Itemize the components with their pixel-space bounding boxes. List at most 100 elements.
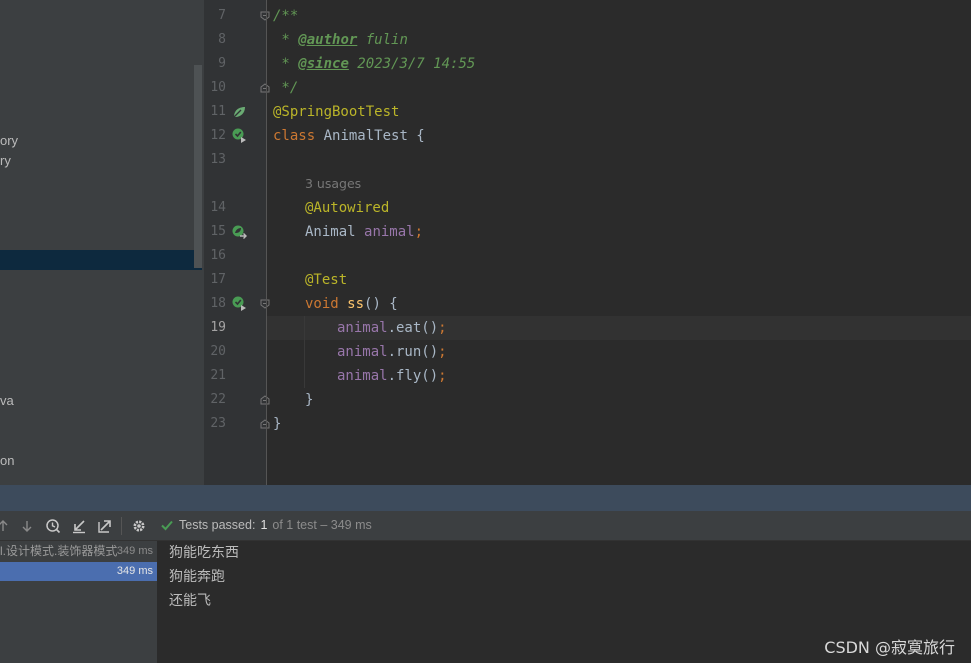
arrow-down-icon[interactable] bbox=[18, 517, 36, 535]
annotation-text: @Test bbox=[305, 272, 348, 288]
code-line-12[interactable]: class AnimalTest { bbox=[273, 124, 425, 148]
line-number: 12 bbox=[210, 128, 226, 143]
test-tree-row-selected[interactable]: 349 ms bbox=[0, 562, 157, 581]
tests-status-detail: of 1 test – 349 ms bbox=[272, 518, 372, 532]
code-line-7[interactable]: /** bbox=[273, 4, 298, 28]
line-number: 18 bbox=[210, 296, 226, 311]
field-text: animal bbox=[337, 320, 388, 336]
line-number: 11 bbox=[210, 104, 226, 119]
keyword-text: class bbox=[273, 128, 316, 144]
type-text: Animal bbox=[305, 224, 365, 240]
test-tree-row-name: l.设计模式.装饰器模式 bbox=[0, 544, 118, 558]
test-tree-row-time: 349 ms bbox=[116, 565, 153, 577]
method-call-text: .run() bbox=[387, 344, 439, 360]
code-line-9[interactable]: * @since 2023/3/7 14:55 bbox=[273, 52, 475, 76]
tests-status: Tests passed: 1 of 1 test – 349 ms bbox=[160, 518, 372, 532]
project-tree-item[interactable]: ory bbox=[0, 133, 18, 148]
line-number: 10 bbox=[210, 80, 226, 95]
test-results-tree: l.设计模式.装饰器模式 349 ms 349 ms bbox=[0, 541, 157, 663]
comment-text: * bbox=[273, 56, 299, 72]
annotation-text: @SpringBootTest bbox=[273, 104, 400, 120]
navigate-bean-icon[interactable] bbox=[231, 224, 247, 240]
comment-text: * bbox=[273, 32, 299, 48]
comment-text: */ bbox=[273, 80, 299, 96]
method-signature-text: () { bbox=[364, 296, 398, 312]
run-test-method-icon[interactable] bbox=[231, 295, 247, 311]
code-line-17[interactable]: @Test bbox=[305, 268, 347, 292]
class-declaration-text: AnimalTest { bbox=[315, 128, 425, 144]
code-line-10[interactable]: */ bbox=[273, 76, 298, 100]
fold-end-icon[interactable] bbox=[260, 419, 270, 429]
line-number: 14 bbox=[210, 200, 226, 215]
field-text: animal bbox=[364, 224, 415, 240]
indent-guide bbox=[304, 316, 305, 388]
code-line-8[interactable]: * @author fulin bbox=[273, 28, 408, 52]
code-editor[interactable]: 7 8 9 10 11 12 13 14 15 16 17 18 19 20 2… bbox=[204, 0, 971, 485]
semicolon: ; bbox=[414, 224, 424, 240]
project-tree-item[interactable]: ry bbox=[0, 153, 11, 168]
comment-text: 2023/3/7 14:55 bbox=[348, 56, 476, 72]
method-call-text: .fly() bbox=[387, 368, 439, 384]
console-line: 狗能奔跑 bbox=[169, 569, 225, 585]
expand-icon[interactable] bbox=[96, 517, 114, 535]
code-line-22[interactable]: } bbox=[305, 388, 313, 412]
line-number: 9 bbox=[218, 56, 226, 71]
spring-leaf-icon[interactable] bbox=[231, 104, 247, 120]
project-tree-panel: ory ry va on bbox=[0, 0, 204, 485]
project-tree-scrollbar[interactable] bbox=[194, 65, 202, 268]
console-line: 还能飞 bbox=[169, 593, 211, 609]
line-number: 17 bbox=[210, 272, 226, 287]
project-tree-selected-row[interactable] bbox=[0, 250, 202, 270]
code-line-21[interactable]: animal.fly(); bbox=[337, 364, 447, 388]
line-number: 23 bbox=[210, 416, 226, 431]
line-number: 22 bbox=[210, 392, 226, 407]
project-tree-item[interactable]: va bbox=[0, 393, 14, 408]
line-number: 16 bbox=[210, 248, 226, 263]
arrow-up-icon[interactable] bbox=[0, 517, 12, 535]
history-icon[interactable] bbox=[44, 517, 62, 535]
field-text: animal bbox=[337, 344, 388, 360]
fold-end-icon[interactable] bbox=[260, 83, 270, 93]
field-text: animal bbox=[337, 368, 388, 384]
project-tree-item[interactable]: on bbox=[0, 453, 14, 468]
test-tree-row-time: 349 ms bbox=[116, 545, 153, 557]
code-line-19[interactable]: animal.eat(); bbox=[337, 316, 447, 340]
method-name-text: ss bbox=[347, 296, 365, 312]
code-line-11[interactable]: @SpringBootTest bbox=[273, 100, 399, 124]
code-line-18[interactable]: void ss() { bbox=[305, 292, 398, 316]
line-number: 15 bbox=[210, 224, 226, 239]
gear-icon[interactable] bbox=[130, 517, 148, 535]
semicolon: ; bbox=[438, 344, 447, 360]
run-toolbar: Tests passed: 1 of 1 test – 349 ms bbox=[0, 511, 971, 541]
keyword-text: void bbox=[305, 296, 339, 312]
code-line-14[interactable]: @Autowired bbox=[305, 196, 389, 220]
fold-collapse-icon[interactable] bbox=[260, 299, 270, 309]
console-line: 狗能吃东西 bbox=[169, 545, 239, 561]
toolbar-separator bbox=[121, 517, 122, 535]
brace: } bbox=[305, 392, 314, 408]
semicolon: ; bbox=[438, 320, 447, 336]
gutter-divider bbox=[266, 0, 267, 485]
run-tool-window-header[interactable] bbox=[0, 485, 971, 511]
code-line-15[interactable]: Animal animal; bbox=[305, 220, 423, 244]
collapse-icon[interactable] bbox=[70, 517, 88, 535]
watermark: CSDN @寂寞旅行 bbox=[824, 638, 955, 657]
code-line-23[interactable]: } bbox=[273, 412, 281, 436]
test-tree-row[interactable]: l.设计模式.装饰器模式 349 ms bbox=[0, 542, 157, 561]
code-line-20[interactable]: animal.run(); bbox=[337, 340, 447, 364]
javadoc-tag: @author bbox=[298, 32, 358, 48]
line-number: 8 bbox=[218, 32, 226, 47]
fold-collapse-icon[interactable] bbox=[260, 11, 270, 21]
editor-gutter: 7 8 9 10 11 12 13 14 15 16 17 18 19 20 2… bbox=[204, 0, 270, 485]
tests-status-label: Tests passed: bbox=[179, 518, 256, 532]
method-call-text: .eat() bbox=[387, 320, 439, 336]
usages-hint[interactable]: 3 usages bbox=[305, 172, 361, 196]
line-number: 21 bbox=[210, 368, 226, 383]
run-test-class-icon[interactable] bbox=[231, 127, 247, 143]
comment-text: /** bbox=[273, 8, 299, 24]
usages-hint-text: 3 usages bbox=[305, 176, 362, 191]
comment-text: fulin bbox=[357, 32, 408, 48]
fold-end-icon[interactable] bbox=[260, 395, 270, 405]
semicolon: ; bbox=[438, 368, 447, 384]
